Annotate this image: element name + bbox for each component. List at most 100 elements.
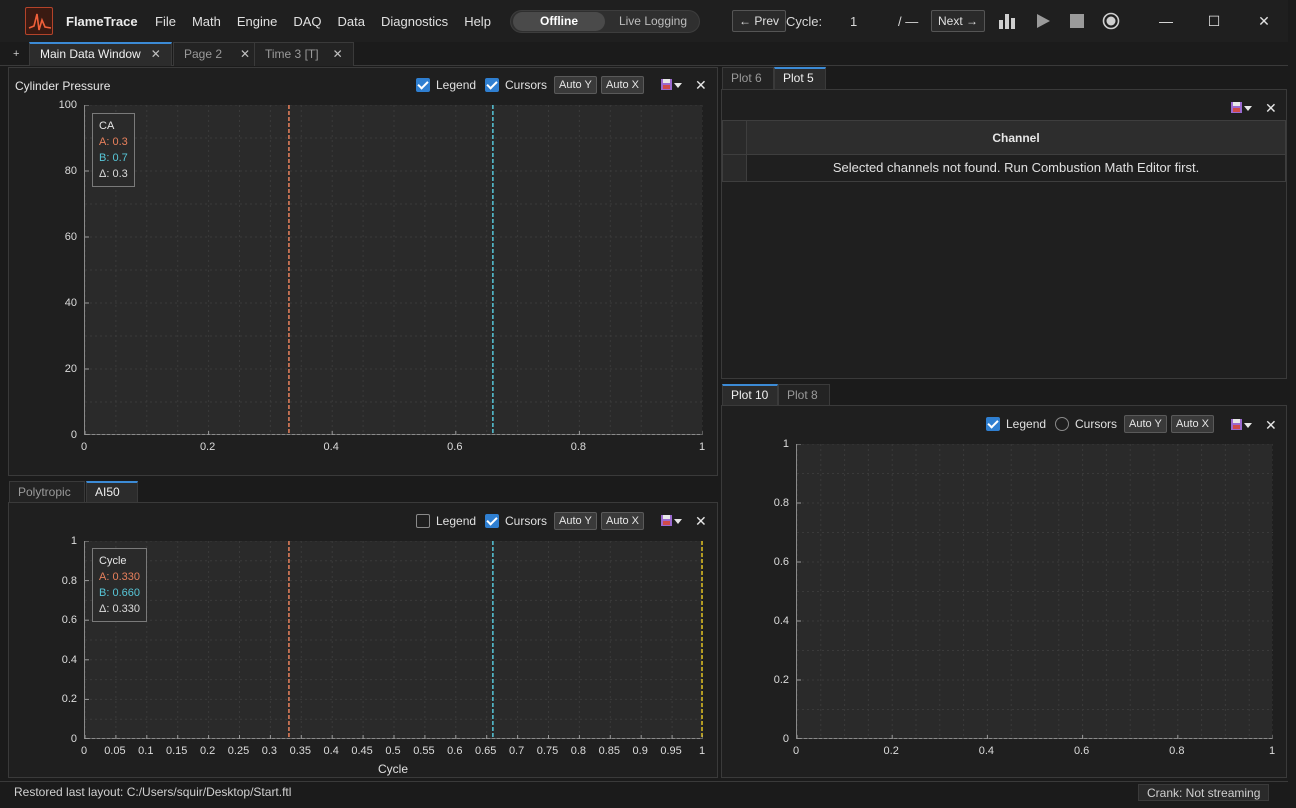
save-dropdown-icon[interactable] bbox=[1230, 418, 1254, 432]
cylinder-pressure-plot[interactable]: CA A: 0.3 B: 0.7 Δ: 0.3 bbox=[84, 105, 703, 435]
close-panel-icon[interactable]: ✕ bbox=[1265, 417, 1277, 434]
minimize-icon[interactable]: — bbox=[1157, 12, 1175, 30]
status-bar: Restored last layout: C:/Users/squir/Des… bbox=[0, 781, 1288, 801]
legend-label: Legend bbox=[1006, 417, 1047, 431]
title-bar: FlameTrace File Math Engine DAQ Data Dia… bbox=[0, 0, 1288, 42]
row-header[interactable] bbox=[723, 155, 747, 181]
legend-label: Legend bbox=[436, 514, 477, 528]
y-tick-label: 20 bbox=[64, 363, 77, 375]
x-tick-label: 0.4 bbox=[323, 745, 339, 757]
cursors-label: Cursors bbox=[1075, 417, 1118, 431]
auto-x-button[interactable]: Auto X bbox=[601, 76, 645, 94]
close-tab-icon[interactable]: ✕ bbox=[240, 47, 250, 61]
close-panel-icon[interactable]: ✕ bbox=[1265, 100, 1277, 117]
tab-plot-8[interactable]: Plot 8 bbox=[778, 384, 830, 406]
x-tick-label: 1 bbox=[698, 441, 706, 453]
next-cycle-button[interactable]: Next → bbox=[931, 10, 986, 32]
y-tick-label: 0.8 bbox=[773, 497, 789, 509]
menu-data[interactable]: Data bbox=[338, 14, 365, 29]
table-message: Selected channels not found. Run Combust… bbox=[832, 160, 1200, 175]
auto-y-button[interactable]: Auto Y bbox=[1124, 415, 1167, 433]
stop-icon[interactable] bbox=[1067, 11, 1087, 31]
tab-plot-5[interactable]: Plot 5 bbox=[774, 67, 826, 89]
tab-time-3[interactable]: Time 3 [T] ✕ bbox=[254, 42, 354, 66]
tab-plot-10[interactable]: Plot 10 bbox=[722, 384, 778, 406]
close-tab-icon[interactable]: ✕ bbox=[333, 47, 343, 61]
column-header-channel[interactable]: Channel bbox=[747, 121, 1285, 155]
save-dropdown-icon[interactable] bbox=[660, 78, 684, 92]
record-icon[interactable] bbox=[1101, 11, 1121, 31]
y-tick-label: 0.2 bbox=[61, 693, 77, 706]
x-tick-label: 0.2 bbox=[199, 441, 216, 453]
x-tick-label: 0.2 bbox=[883, 745, 899, 757]
auto-x-button[interactable]: Auto X bbox=[601, 512, 645, 530]
auto-y-button[interactable]: Auto Y bbox=[554, 512, 597, 530]
menu-bar: File Math Engine DAQ Data Diagnostics He… bbox=[155, 14, 507, 29]
y-tick-label: 0.4 bbox=[61, 653, 77, 666]
ai50-plot[interactable]: Cycle A: 0.330 B: 0.660 Δ: 0.330 bbox=[84, 541, 703, 739]
plot-canvas bbox=[85, 105, 703, 435]
cycle-input[interactable]: 1 bbox=[850, 14, 857, 29]
auto-x-button[interactable]: Auto X bbox=[1171, 415, 1215, 433]
x-tick-label: 0.6 bbox=[1073, 745, 1090, 757]
tab-main-data-window[interactable]: Main Data Window ✕ bbox=[29, 42, 172, 66]
x-tick-label: 1 bbox=[1268, 745, 1276, 757]
auto-y-button[interactable]: Auto Y bbox=[554, 76, 597, 94]
menu-math[interactable]: Math bbox=[192, 14, 221, 29]
cursors-checkbox[interactable] bbox=[485, 514, 499, 528]
add-tab-button[interactable]: + bbox=[13, 48, 19, 60]
mode-toggle[interactable]: Offline Live Logging bbox=[510, 10, 700, 33]
legend-title: CA bbox=[99, 120, 115, 132]
cursors-checkbox[interactable] bbox=[1055, 417, 1069, 431]
y-tick-label: 100 bbox=[58, 99, 77, 111]
tab-page-2[interactable]: Page 2 ✕ bbox=[173, 42, 262, 66]
plot-10-canvas[interactable] bbox=[796, 444, 1273, 739]
x-tick-label: 0.8 bbox=[570, 441, 587, 453]
cursor-delta-value: Δ: 0.330 bbox=[99, 603, 140, 615]
crank-status: Crank: Not streaming bbox=[1138, 784, 1270, 801]
app-logo-icon bbox=[25, 7, 53, 35]
cursors-checkbox[interactable] bbox=[485, 78, 499, 92]
tab-ai50[interactable]: AI50 bbox=[86, 481, 138, 503]
mode-live-logging[interactable]: Live Logging bbox=[609, 12, 697, 31]
play-icon[interactable] bbox=[1033, 11, 1053, 31]
x-tick-label: 0.25 bbox=[227, 745, 250, 757]
menu-engine[interactable]: Engine bbox=[237, 14, 277, 29]
y-tick-label: 40 bbox=[64, 297, 77, 309]
menu-daq[interactable]: DAQ bbox=[293, 14, 321, 29]
x-tick-label: 0.5 bbox=[385, 745, 401, 757]
cursor-legend: Cycle A: 0.330 B: 0.660 Δ: 0.330 bbox=[92, 548, 147, 622]
menu-file[interactable]: File bbox=[155, 14, 176, 29]
save-dropdown-icon[interactable] bbox=[1230, 101, 1254, 115]
cursors-label: Cursors bbox=[505, 514, 548, 528]
mode-offline[interactable]: Offline bbox=[513, 12, 605, 31]
tab-plot-6[interactable]: Plot 6 bbox=[722, 67, 774, 89]
channel-table: Channel Selected channels not found. Run… bbox=[722, 120, 1286, 182]
cursor-a-value: A: 0.330 bbox=[99, 571, 140, 583]
save-dropdown-icon[interactable] bbox=[660, 514, 684, 528]
x-tick-label: 0.55 bbox=[413, 745, 435, 757]
close-panel-icon[interactable]: ✕ bbox=[695, 77, 707, 94]
maximize-icon[interactable]: ☐ bbox=[1205, 12, 1223, 30]
y-tick-label: 0.2 bbox=[773, 674, 789, 686]
cycle-label: Cycle: bbox=[786, 14, 823, 29]
legend-checkbox[interactable] bbox=[416, 78, 430, 92]
tab-label: Time 3 [T] bbox=[265, 47, 319, 61]
legend-checkbox[interactable] bbox=[416, 514, 430, 528]
legend-checkbox[interactable] bbox=[986, 417, 1000, 431]
menu-diagnostics[interactable]: Diagnostics bbox=[381, 14, 448, 29]
legend-label: Legend bbox=[436, 78, 477, 92]
x-tick-label: 0.8 bbox=[1169, 745, 1185, 757]
tab-label: Main Data Window bbox=[40, 47, 141, 61]
x-tick-label: 0.7 bbox=[508, 745, 525, 757]
menu-help[interactable]: Help bbox=[464, 14, 491, 29]
close-tab-icon[interactable]: ✕ bbox=[151, 47, 161, 61]
plot-canvas bbox=[85, 541, 703, 739]
histogram-icon[interactable] bbox=[997, 11, 1017, 31]
prev-cycle-button[interactable]: ← Prev bbox=[732, 10, 787, 32]
y-tick-label: 1 bbox=[70, 535, 77, 547]
tab-polytropic[interactable]: Polytropic bbox=[9, 481, 85, 503]
close-window-icon[interactable]: ✕ bbox=[1255, 12, 1273, 30]
close-panel-icon[interactable]: ✕ bbox=[695, 513, 707, 530]
y-tick-label: 0 bbox=[782, 733, 789, 745]
